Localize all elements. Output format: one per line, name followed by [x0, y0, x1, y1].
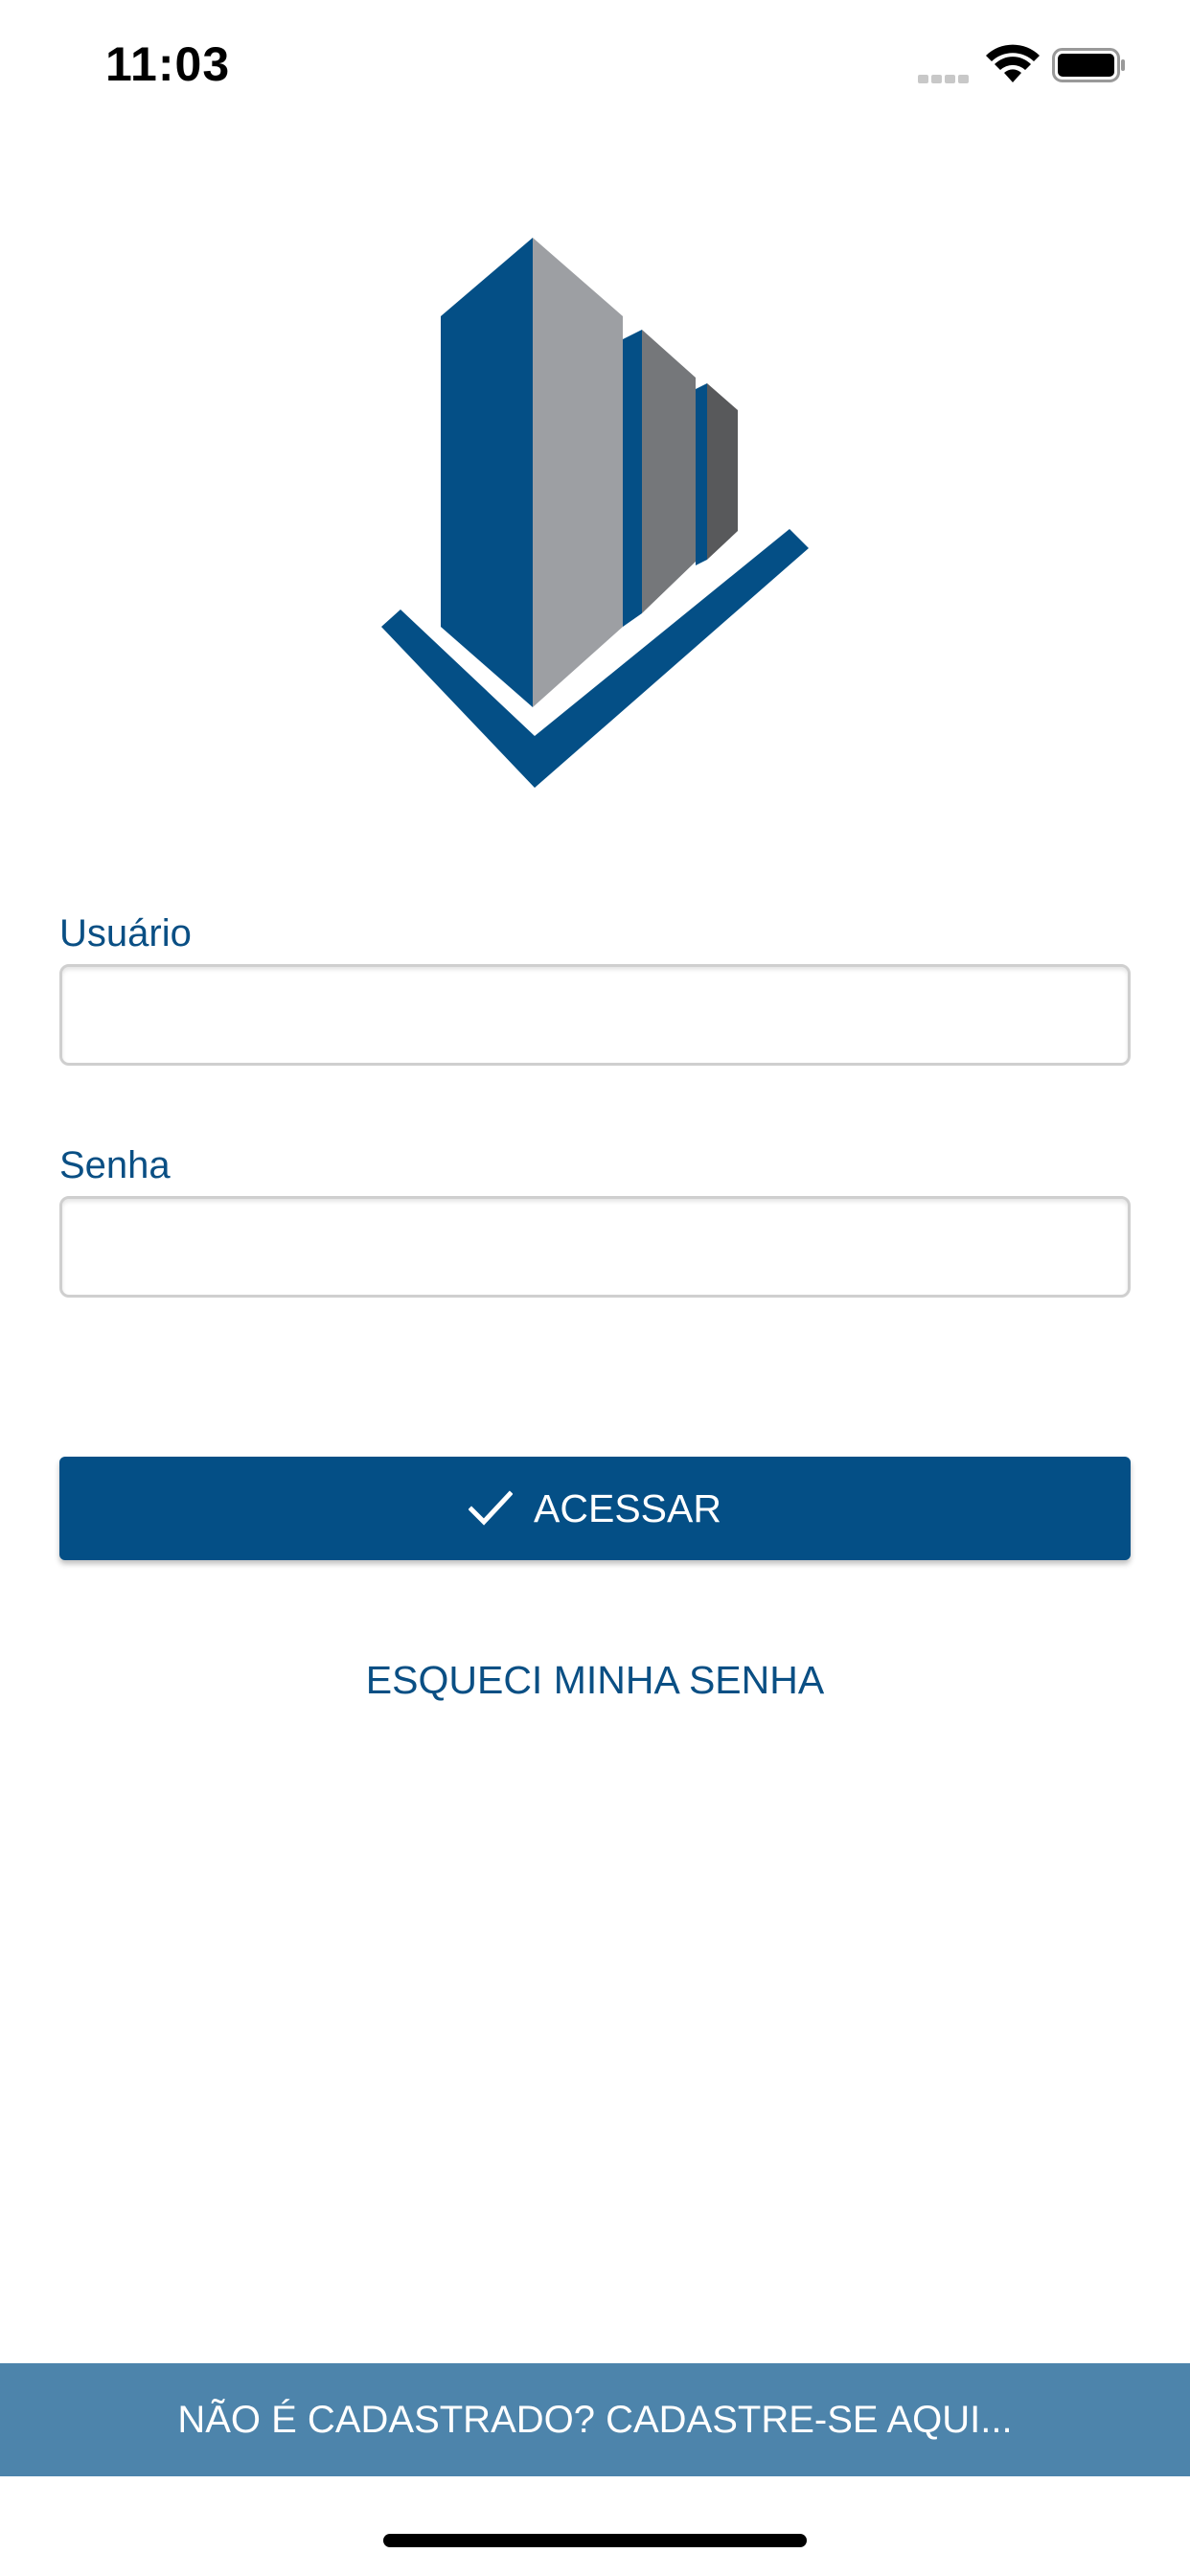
signal-icon: [918, 71, 973, 83]
username-label: Usuário: [59, 912, 192, 954]
home-indicator[interactable]: [383, 2534, 807, 2547]
password-label: Senha: [59, 1144, 171, 1186]
login-button[interactable]: ACESSAR: [59, 1457, 1131, 1560]
buildings-logo: [381, 238, 809, 788]
battery-full-icon: [1052, 48, 1125, 82]
status-time: 11:03: [105, 37, 231, 91]
forgot-password-label: ESQUECI MINHA SENHA: [365, 1658, 825, 1702]
password-input[interactable]: [59, 1196, 1131, 1298]
forgot-password-link[interactable]: ESQUECI MINHA SENHA: [0, 1658, 1190, 1703]
register-button[interactable]: NÃO É CADASTRADO? CADASTRE-SE AQUI...: [0, 2363, 1190, 2476]
check-icon: [469, 1490, 514, 1526]
register-label: NÃO É CADASTRADO? CADASTRE-SE AQUI...: [177, 2398, 1013, 2441]
status-bar: 11:03: [0, 0, 1190, 126]
login-screen: 11:03 Usuário Senha ACESSAR ESQUECI MINH…: [0, 0, 1190, 2576]
wifi-icon: [986, 44, 1040, 82]
login-button-label: ACESSAR: [534, 1485, 721, 1530]
username-input[interactable]: [59, 964, 1131, 1066]
